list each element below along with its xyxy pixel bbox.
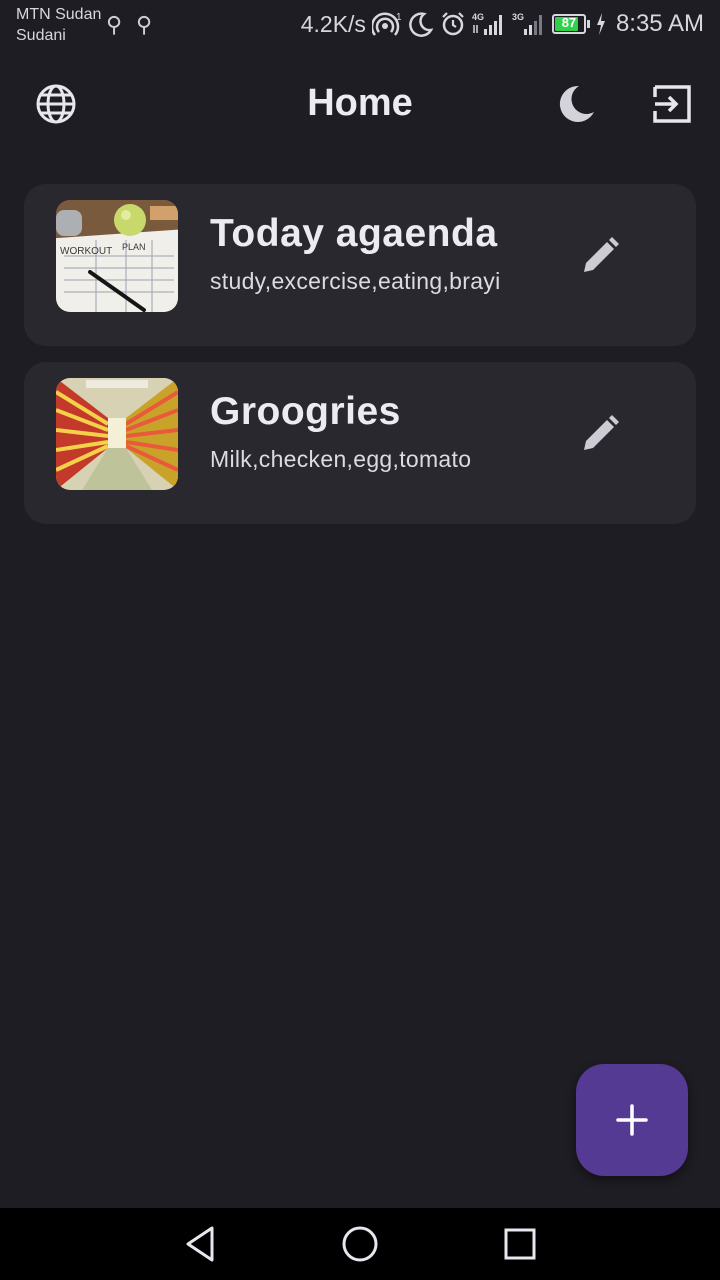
home-button[interactable] [338,1222,382,1266]
charging-icon [596,13,605,35]
clock: 8:35 AM [615,10,704,37]
svg-text:PLAN: PLAN [122,242,146,252]
note-card[interactable]: WORKOUT PLAN Today agaenda study,excerci… [24,184,696,346]
signal-3g-icon: 3G [512,12,542,35]
battery-icon: 87 [551,14,590,34]
note-content: Milk,checken,egg,tomato [210,446,472,472]
pencil-icon [584,415,619,450]
logout-icon [653,85,691,123]
note-title: Groogries [210,390,401,433]
plus-icon [616,1104,648,1136]
note-image [56,378,178,490]
theme-toggle-button[interactable] [552,80,600,128]
note-image: WORKOUT PLAN [56,200,178,312]
status-bar: MTN Sudan Sudani ⚲ ⚲ 4.2K/s 1 4G 3G 87 8… [0,0,720,50]
svg-text:3G: 3G [512,12,524,22]
status-icons: 4.2K/s 1 4G 3G 87 8:35 AM [301,10,704,38]
svg-text:1: 1 [396,12,402,23]
back-icon [186,1226,214,1262]
pencil-icon [584,237,619,272]
add-note-button[interactable] [576,1064,688,1176]
battery-level: 87 [561,15,577,30]
hotspot-icon: 1 [371,12,402,36]
svg-text:4G: 4G [472,12,484,22]
svg-text:WORKOUT: WORKOUT [60,246,112,257]
carrier-label: MTN Sudan Sudani [16,4,101,46]
recents-button[interactable] [498,1222,542,1266]
alarm-icon [442,12,464,36]
moon-icon [409,12,434,37]
signal-4g-icon: 4G [472,12,502,35]
usb-icon: ⚲ [136,12,153,37]
moon-icon [559,85,594,122]
note-title: Today agaenda [210,212,498,255]
network-speed: 4.2K/s [300,10,366,37]
usb-icon: ⚲ [106,12,123,37]
home-icon [342,1226,378,1262]
app-bar: Home [0,60,720,150]
back-button[interactable] [178,1222,222,1266]
navigation-bar [0,1208,720,1280]
edit-button[interactable] [574,230,626,282]
logout-button[interactable] [648,80,696,128]
workout-plan-photo: WORKOUT PLAN [56,200,178,312]
note-card[interactable]: Groogries Milk,checken,egg,tomato [24,362,696,524]
note-content: study,excercise,eating,brayi [210,268,501,294]
grocery-aisle-photo [56,378,178,490]
recents-icon [504,1228,536,1260]
page-title: Home [307,82,413,124]
carrier-name: MTN Sudan [16,6,102,23]
carrier-subname: Sudani [16,27,66,44]
edit-button[interactable] [574,408,626,460]
